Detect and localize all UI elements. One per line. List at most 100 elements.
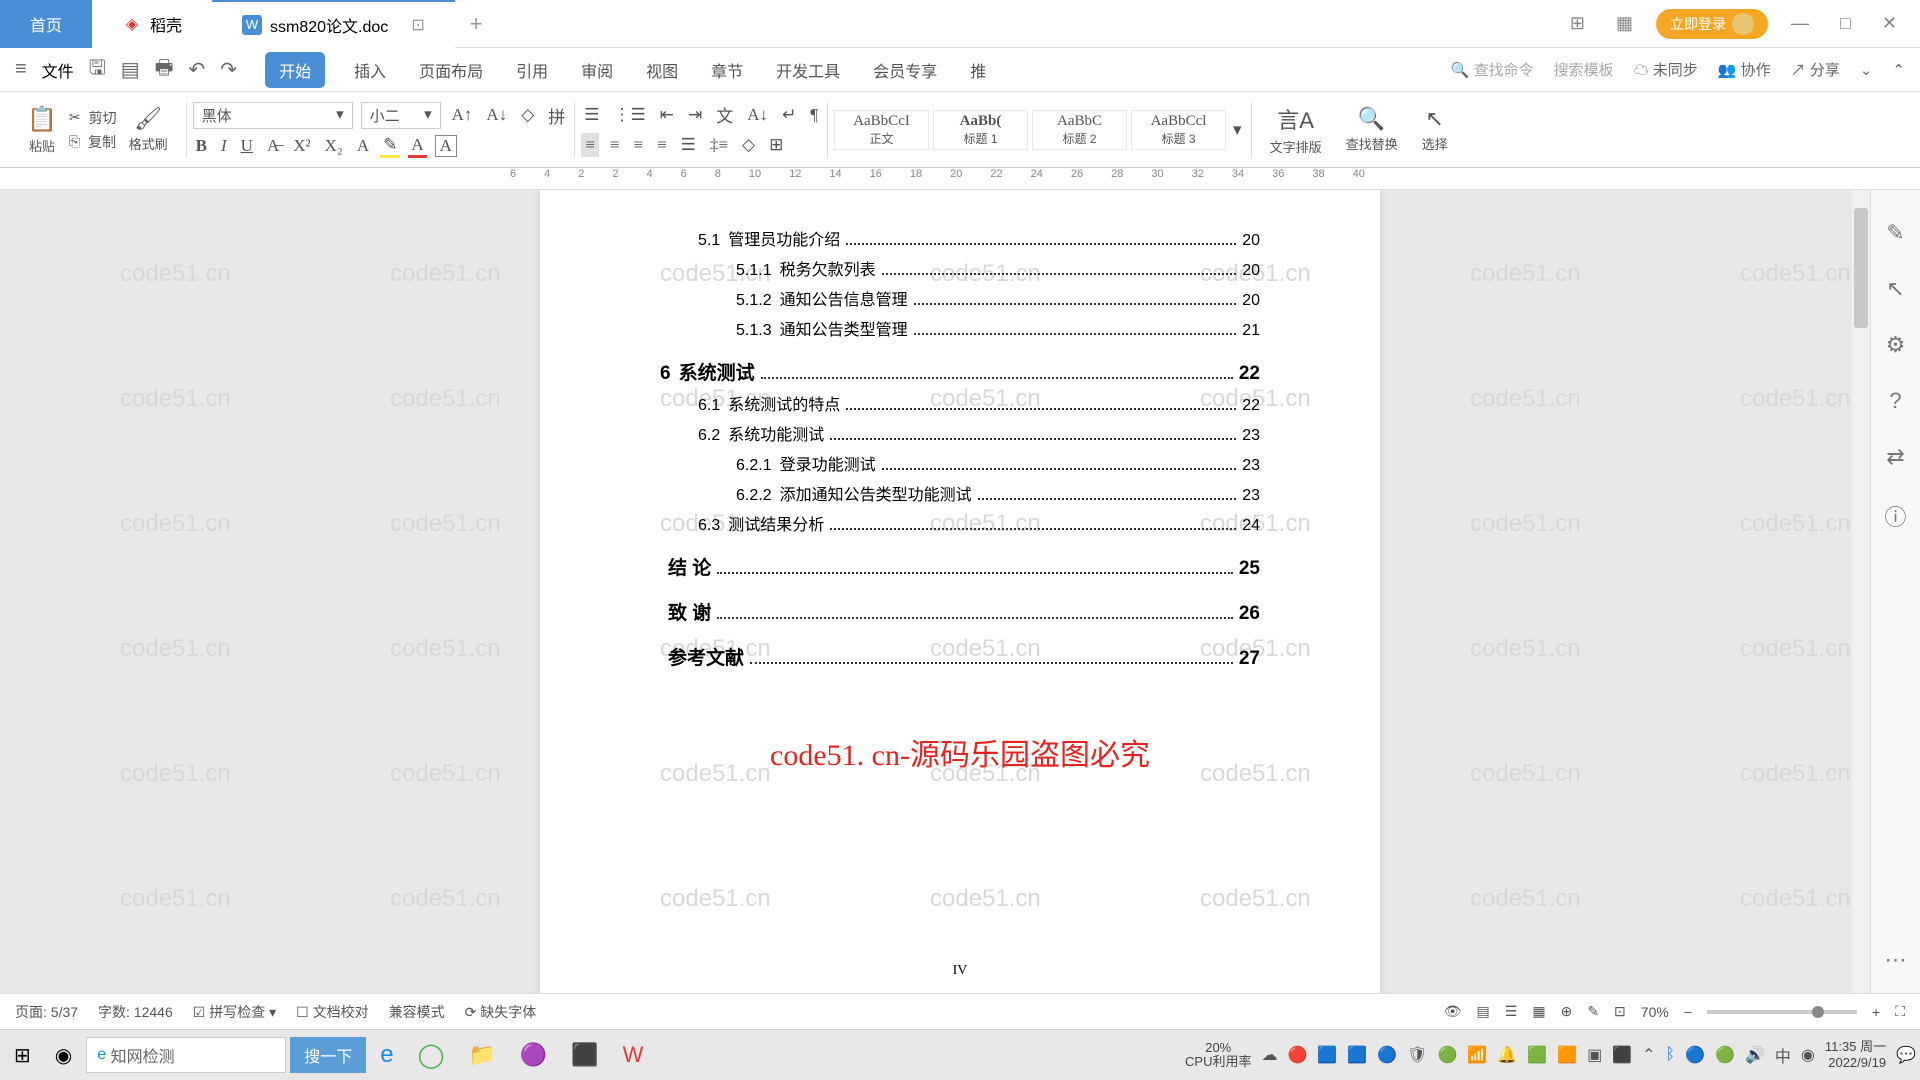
- toc-entry[interactable]: 致 谢26: [660, 598, 1260, 625]
- print-preview-icon[interactable]: ▤: [121, 57, 140, 82]
- redo-icon[interactable]: ↷: [220, 57, 237, 82]
- menu-tab-chapter[interactable]: 章节: [707, 52, 747, 88]
- weather-icon[interactable]: ☁: [1261, 1045, 1277, 1065]
- asian-layout-button[interactable]: 文: [713, 102, 736, 127]
- menu-tab-start[interactable]: 开始: [265, 52, 325, 88]
- superscript-button[interactable]: X²: [290, 136, 313, 156]
- tray-icon-3[interactable]: 🟦: [1347, 1045, 1367, 1065]
- notification-icon[interactable]: 🔔: [1497, 1045, 1517, 1065]
- style-normal[interactable]: AaBbCcI正文: [834, 110, 929, 150]
- action-center-icon[interactable]: 💬: [1896, 1045, 1916, 1065]
- file-menu[interactable]: 文件: [42, 58, 74, 82]
- menu-tab-rec[interactable]: 推: [966, 52, 990, 88]
- tray-icon-10[interactable]: 🔵: [1685, 1045, 1705, 1065]
- bullet-list-button[interactable]: ☰: [581, 105, 602, 125]
- volume-icon[interactable]: 🔊: [1745, 1045, 1765, 1065]
- text-layout-button[interactable]: 言A文字排版: [1258, 103, 1334, 156]
- cut-button[interactable]: ✂ 剪切: [69, 108, 117, 128]
- tray-icon-12[interactable]: ◉: [1801, 1045, 1815, 1065]
- tray-icon-1[interactable]: 🔴: [1287, 1045, 1307, 1065]
- task-copilot[interactable]: ◉: [45, 1035, 82, 1075]
- distribute-button[interactable]: ☰: [678, 135, 699, 155]
- shading-button[interactable]: ◇: [739, 135, 758, 155]
- line-break-button[interactable]: ↵: [779, 105, 799, 125]
- font-name-select[interactable]: 黑体▾: [193, 102, 353, 129]
- taskbar-search-button[interactable]: 搜一下: [290, 1037, 366, 1073]
- search-template-input[interactable]: 搜索模板: [1554, 59, 1614, 80]
- login-button[interactable]: 立即登录: [1656, 9, 1768, 39]
- print-icon[interactable]: 🖶: [155, 53, 174, 87]
- italic-button[interactable]: I: [218, 136, 230, 156]
- menu-tab-layout[interactable]: 页面布局: [415, 52, 487, 88]
- maximize-button[interactable]: □: [1832, 13, 1859, 34]
- tray-icon-7[interactable]: 🟧: [1557, 1045, 1577, 1065]
- tab-home[interactable]: 首页: [0, 0, 92, 48]
- taskbar-search-input[interactable]: e 知网检测: [86, 1037, 286, 1073]
- page[interactable]: 5.1管理员功能介绍205.1.1税务欠款列表205.1.2通知公告信息管理20…: [540, 190, 1380, 993]
- tray-icon-8[interactable]: ▣: [1587, 1045, 1602, 1065]
- styles-more-button[interactable]: ▾: [1230, 120, 1245, 140]
- bold-button[interactable]: B: [193, 136, 210, 156]
- bluetooth-icon[interactable]: ᛒ: [1666, 1046, 1676, 1064]
- tray-icon-6[interactable]: 🟩: [1527, 1045, 1547, 1065]
- view-outline-icon[interactable]: ☰: [1505, 1003, 1518, 1020]
- toc-entry[interactable]: 6.2.2添加通知公告类型功能测试23: [660, 481, 1260, 505]
- grid-icon[interactable]: ⊞: [1562, 13, 1593, 34]
- minimize-button[interactable]: —: [1783, 13, 1817, 34]
- toc-entry[interactable]: 5.1.3通知公告类型管理21: [660, 316, 1260, 340]
- view-page-icon[interactable]: ▤: [1477, 1003, 1490, 1020]
- font-color-button[interactable]: A: [408, 135, 426, 158]
- toc-entry[interactable]: 5.1.1税务欠款列表20: [660, 256, 1260, 280]
- style-heading2[interactable]: AaBbC标题 2: [1032, 110, 1127, 150]
- menu-tab-dev[interactable]: 开发工具: [772, 52, 844, 88]
- toc-entry[interactable]: 6.1系统测试的特点22: [660, 391, 1260, 415]
- view-read-icon[interactable]: ⊕: [1561, 1003, 1573, 1020]
- pen-icon[interactable]: ✎: [1886, 220, 1904, 246]
- missing-font-button[interactable]: ⟳ 缺失字体: [465, 1002, 537, 1022]
- clear-format-button[interactable]: ◇: [518, 105, 537, 125]
- select-button[interactable]: ↖选择: [1410, 106, 1460, 153]
- view-draft-icon[interactable]: ✎: [1587, 1003, 1599, 1020]
- underline-button[interactable]: U: [238, 136, 256, 156]
- toc-entry[interactable]: 6系统测试22: [660, 358, 1260, 385]
- more-icon[interactable]: ⋯: [1885, 947, 1907, 973]
- toc-entry[interactable]: 6.2.1登录功能测试23: [660, 451, 1260, 475]
- cursor-icon[interactable]: ↖: [1886, 276, 1904, 302]
- highlight-button[interactable]: ✎: [380, 135, 400, 158]
- close-button[interactable]: ✕: [1874, 13, 1905, 34]
- menu-tab-insert[interactable]: 插入: [350, 52, 390, 88]
- word-count[interactable]: 字数: 12446: [98, 1002, 173, 1022]
- tab-daoke[interactable]: ◈ 稻壳: [92, 0, 212, 48]
- help-icon[interactable]: ?: [1889, 388, 1901, 414]
- subscript-button[interactable]: X₂: [322, 136, 346, 156]
- ime-icon[interactable]: 中: [1775, 1043, 1791, 1067]
- new-tab-button[interactable]: +: [455, 11, 498, 37]
- align-justify-button[interactable]: ≡: [654, 135, 670, 155]
- settings-icon[interactable]: ⚙: [1886, 332, 1906, 358]
- fullscreen-button[interactable]: ⛶: [1895, 1003, 1905, 1020]
- share-button[interactable]: ↗ 分享: [1791, 59, 1840, 80]
- tray-icon-2[interactable]: 🟦: [1317, 1045, 1337, 1065]
- toc-entry[interactable]: 结 论25: [660, 553, 1260, 580]
- sort-button[interactable]: A↓: [744, 105, 771, 125]
- menu-tab-vip[interactable]: 会员专享: [869, 52, 941, 88]
- find-replace-button[interactable]: 🔍查找替换: [1334, 106, 1410, 153]
- sync-status[interactable]: ☁ 未同步: [1634, 59, 1698, 80]
- tray-icon-5[interactable]: 🟢: [1437, 1045, 1457, 1065]
- task-explorer[interactable]: 📁: [458, 1035, 505, 1075]
- task-edge[interactable]: ◯: [408, 1035, 455, 1075]
- undo-icon[interactable]: ↶: [189, 57, 206, 82]
- start-button[interactable]: ⊞: [4, 1035, 41, 1075]
- wifi-icon[interactable]: 📶: [1467, 1045, 1487, 1065]
- zoom-in-button[interactable]: +: [1872, 1004, 1880, 1020]
- zoom-level[interactable]: 70%: [1641, 1004, 1669, 1020]
- tab-options-icon[interactable]: ⊡: [411, 15, 424, 35]
- char-border-button[interactable]: A: [435, 135, 457, 157]
- chevron-down-icon[interactable]: ⌄: [1860, 61, 1873, 79]
- collab-button[interactable]: 👥 协作: [1718, 59, 1771, 80]
- increase-indent-button[interactable]: ⇥: [685, 105, 705, 125]
- proofread-button[interactable]: ☐ 文档校对: [296, 1002, 368, 1022]
- font-size-select[interactable]: 小二▾: [361, 102, 441, 129]
- toc-entry[interactable]: 6.3测试结果分析24: [660, 511, 1260, 535]
- search-command-input[interactable]: 🔍 查找命令: [1451, 59, 1534, 80]
